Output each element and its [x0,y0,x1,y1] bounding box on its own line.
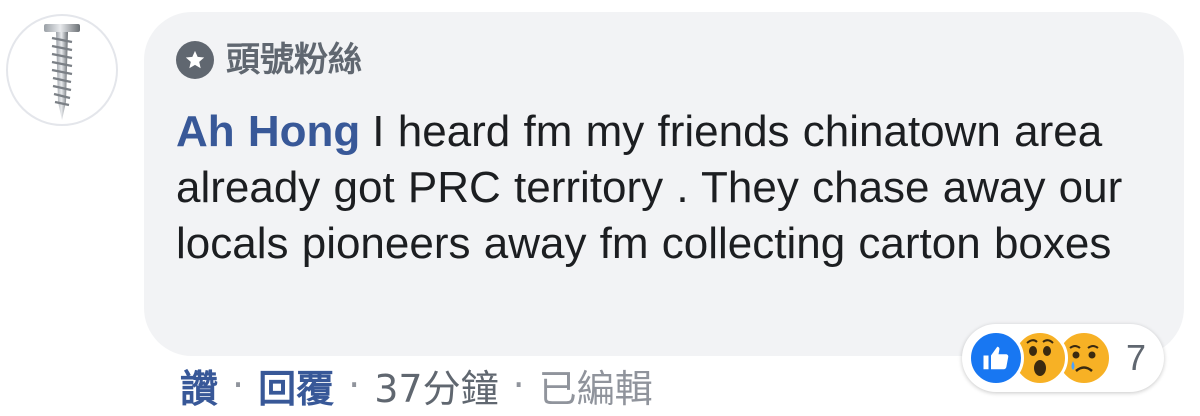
avatar[interactable] [6,14,118,126]
like-reaction-icon [968,330,1024,386]
separator-dot: · [348,363,361,407]
separator-dot: · [232,363,245,407]
separator-dot: · [512,363,525,407]
comment-author[interactable]: Ah Hong [176,107,360,156]
reactions-summary[interactable]: 7 [962,324,1165,392]
edited-label[interactable]: 已編輯 [539,358,653,413]
star-badge-icon [176,41,214,79]
top-fan-badge[interactable]: 頭號粉絲 [176,38,362,82]
comment-body: Ah Hong I heard fm my friends chinatown a… [176,104,1166,272]
comment-bubble: 頭號粉絲 Ah Hong I heard fm my friends chinat… [144,12,1184,356]
badge-label: 頭號粉絲 [226,40,362,80]
screw-avatar-icon [44,24,80,120]
like-link[interactable]: 讚 [180,358,218,413]
comment-container: 頭號粉絲 Ah Hong I heard fm my friends chinat… [0,0,1200,416]
comment-actions: 讚 · 回覆 · 37分鐘 · 已編輯 [180,358,653,412]
reaction-count: 7 [1126,337,1147,378]
comment-timestamp[interactable]: 37分鐘 [374,358,498,413]
reply-link[interactable]: 回覆 [258,358,334,413]
